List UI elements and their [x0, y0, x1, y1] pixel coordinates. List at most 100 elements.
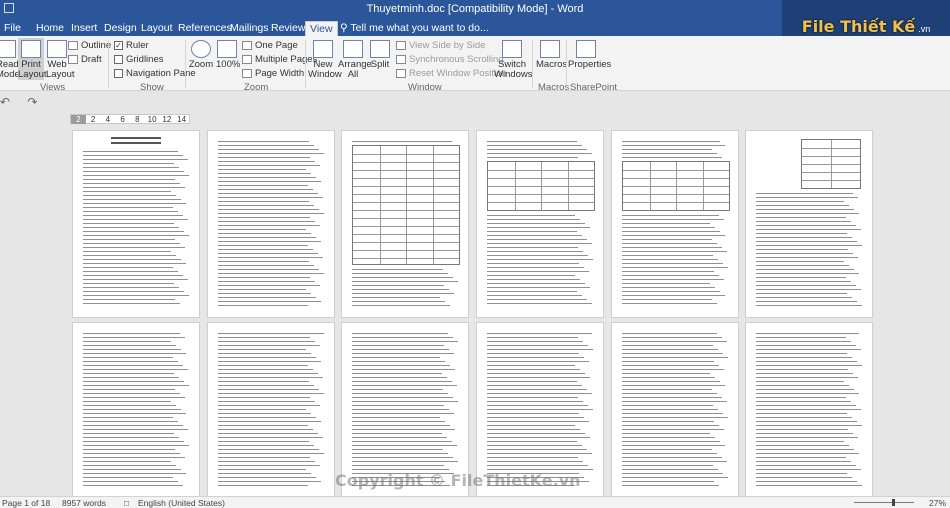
arrange-all-button[interactable]: Arrange All: [338, 40, 372, 80]
page-thumbnail[interactable]: [72, 130, 200, 318]
text-line: [756, 205, 850, 206]
page-thumbnail[interactable]: [745, 130, 873, 318]
text-line: [352, 453, 448, 454]
text-line: [622, 291, 721, 292]
zoom-button[interactable]: Zoom: [188, 40, 214, 70]
text-line: [756, 193, 854, 194]
text-line: [218, 141, 309, 142]
synchronous-scrolling-button[interactable]: Synchronous Scrolling: [396, 54, 504, 65]
page-width-button[interactable]: Page Width: [242, 68, 304, 79]
text-line: [622, 445, 726, 446]
reset-position-icon: [396, 69, 406, 78]
web-layout-button[interactable]: Web Layout: [46, 40, 75, 80]
web-layout-icon: [47, 40, 67, 58]
tab-layout[interactable]: Layout: [137, 21, 177, 36]
one-page-icon: [242, 41, 252, 50]
text-line: [352, 449, 443, 450]
text-line: [218, 377, 323, 378]
text-line: [83, 259, 182, 260]
unchecked-icon: [114, 69, 123, 78]
tell-me-search[interactable]: ⚲ Tell me what you want to do...: [340, 21, 489, 35]
tab-view[interactable]: View: [305, 21, 338, 36]
zoom-slider-thumb[interactable]: [892, 499, 895, 506]
text-line: [218, 169, 307, 170]
text-line: [83, 457, 186, 458]
navigation-pane-checkbox[interactable]: Navigation Pane: [114, 68, 196, 79]
page-count[interactable]: Page 1 of 18: [2, 498, 50, 508]
tab-review[interactable]: Review: [267, 21, 309, 36]
new-window-button[interactable]: New Window: [308, 40, 342, 80]
ruler-checkbox[interactable]: ✓ Ruler: [114, 40, 149, 51]
zoom-level[interactable]: 27%: [929, 498, 946, 508]
one-page-button[interactable]: One Page: [242, 40, 298, 51]
text-line: [622, 219, 725, 220]
text-line: [487, 357, 585, 358]
tab-design[interactable]: Design: [100, 21, 141, 36]
text-line: [622, 287, 716, 288]
text-line: [352, 385, 457, 386]
text-line: [218, 265, 314, 266]
page-thumbnail[interactable]: [72, 322, 200, 497]
split-button[interactable]: Split: [368, 40, 392, 70]
text-line: [83, 283, 174, 284]
text-line: [83, 247, 186, 248]
gridlines-checkbox[interactable]: Gridlines: [114, 54, 164, 65]
print-layout-button[interactable]: Print Layout: [18, 38, 47, 80]
zoom-100-button[interactable]: 100%: [216, 40, 240, 70]
text-line: [487, 153, 592, 154]
page-thumbnail[interactable]: [611, 130, 739, 318]
text-line: [352, 333, 448, 334]
switch-windows-button[interactable]: Switch Windows: [494, 40, 533, 80]
tab-insert[interactable]: Insert: [67, 21, 101, 36]
text-line: [218, 145, 314, 146]
text-line: [83, 211, 178, 212]
text-line: [622, 473, 723, 474]
text-line: [487, 405, 588, 406]
multiple-pages-button[interactable]: Multiple Pages: [242, 54, 317, 65]
zoom-slider[interactable]: [854, 502, 914, 503]
text-line: [352, 345, 445, 346]
text-line: [756, 221, 851, 222]
word-count[interactable]: 8957 words: [62, 498, 106, 508]
tab-mailings[interactable]: Mailings: [226, 21, 273, 36]
page-thumbnail[interactable]: [207, 130, 335, 318]
redo-icon[interactable]: ↷: [27, 95, 37, 109]
text-line: [83, 437, 179, 438]
text-line: [352, 393, 448, 394]
properties-button[interactable]: Properties: [568, 40, 611, 70]
text-line: [622, 341, 727, 342]
read-mode-button[interactable]: Read Mode: [0, 40, 20, 80]
text-line: [83, 445, 189, 446]
text-line: [487, 465, 588, 466]
page-thumbnail[interactable]: [476, 130, 604, 318]
tab-home[interactable]: Home: [32, 21, 68, 36]
undo-icon[interactable]: ↶: [0, 95, 10, 109]
text-line: [352, 457, 453, 458]
text-line: [756, 481, 857, 482]
macros-button[interactable]: Macros: [536, 40, 567, 70]
page-thumbnail[interactable]: [745, 322, 873, 497]
ruler-tick: 4: [105, 114, 111, 124]
unchecked-icon: [114, 55, 123, 64]
text-line: [83, 171, 184, 172]
text-line: [83, 393, 181, 394]
table-column-line: [541, 162, 542, 210]
proofing-icon[interactable]: □: [124, 498, 129, 508]
text-line: [487, 437, 591, 438]
view-side-by-side-button[interactable]: View Side by Side: [396, 40, 485, 51]
table-column-line: [379, 146, 381, 264]
page-thumbnail[interactable]: [341, 130, 469, 318]
text-line: [756, 473, 847, 474]
divider: [108, 40, 109, 88]
page-thumbnail[interactable]: [207, 322, 335, 497]
reset-window-position-button[interactable]: Reset Window Position: [396, 68, 507, 79]
language[interactable]: English (United States): [138, 498, 225, 508]
outline-button[interactable]: Outline: [68, 40, 111, 51]
page-thumbnail[interactable]: [611, 322, 739, 497]
document-canvas[interactable]: [68, 126, 950, 497]
text-line: [756, 261, 845, 262]
horizontal-ruler[interactable]: 2 2 4 6 8 10 12 14: [70, 114, 190, 124]
text-line: [352, 141, 452, 142]
tab-file[interactable]: File: [0, 21, 25, 36]
draft-button[interactable]: Draft: [68, 54, 102, 65]
